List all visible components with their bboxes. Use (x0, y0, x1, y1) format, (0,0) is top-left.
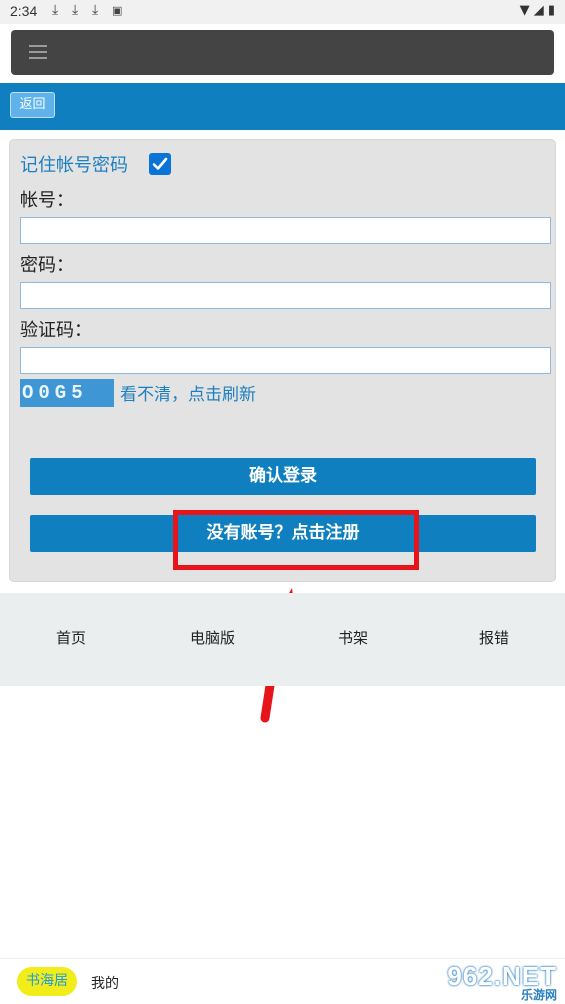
app-badge[interactable]: 书海居 (17, 967, 77, 996)
captcha-image[interactable]: O0G5 (20, 379, 114, 407)
signal-icon: ◢ (533, 3, 544, 18)
remember-label[interactable]: 记住帐号密码 (20, 151, 128, 177)
bottom-bar: 书海居 我的 962.NET 乐游网 (0, 958, 565, 1004)
footer-nav-report[interactable]: 报错 (479, 627, 509, 648)
login-button[interactable]: 确认登录 (30, 458, 536, 495)
remember-checkbox[interactable] (149, 153, 171, 175)
password-input[interactable] (20, 282, 551, 309)
download-icon: ⤓ (52, 2, 59, 18)
account-label: 帐号： (20, 190, 74, 211)
status-time: 2:34 (10, 3, 38, 19)
check-icon (152, 157, 168, 170)
status-right-icons: ▼ ◢ ▮ (520, 3, 555, 18)
download-icon: ⤓ (92, 2, 99, 18)
annotation-highlight-box (173, 510, 419, 570)
footer-nav-home[interactable]: 首页 (56, 627, 86, 648)
account-input[interactable] (20, 217, 551, 244)
password-label: 密码： (20, 255, 74, 276)
captcha-label: 验证码： (20, 320, 92, 341)
refresh-captcha-link[interactable]: 看不清，点击刷新 (120, 380, 256, 405)
top-navbar (11, 30, 554, 75)
captcha-input[interactable] (20, 347, 551, 374)
battery-icon: ▮ (547, 3, 555, 18)
header-bar (0, 83, 565, 130)
watermark-logo: 962.NET 乐游网 (447, 961, 557, 1003)
download-icon: ⤓ (72, 2, 79, 18)
captcha-image-text: O0G5 (22, 382, 88, 404)
mine-link[interactable]: 我的 (91, 973, 119, 993)
status-bar: 2:34 ⤓ ⤓ ⤓ ▣ ▼ ◢ ▮ (0, 0, 565, 24)
footer-nav: 首页 电脑版 书架 报错 (0, 593, 565, 686)
footer-nav-bookshelf[interactable]: 书架 (338, 627, 368, 648)
notification-icon: ▣ (112, 4, 123, 17)
hamburger-icon[interactable] (29, 45, 47, 59)
footer-nav-desktop[interactable]: 电脑版 (190, 627, 235, 648)
wifi-icon: ▼ (519, 3, 530, 18)
back-button[interactable]: 返回 (10, 92, 55, 118)
